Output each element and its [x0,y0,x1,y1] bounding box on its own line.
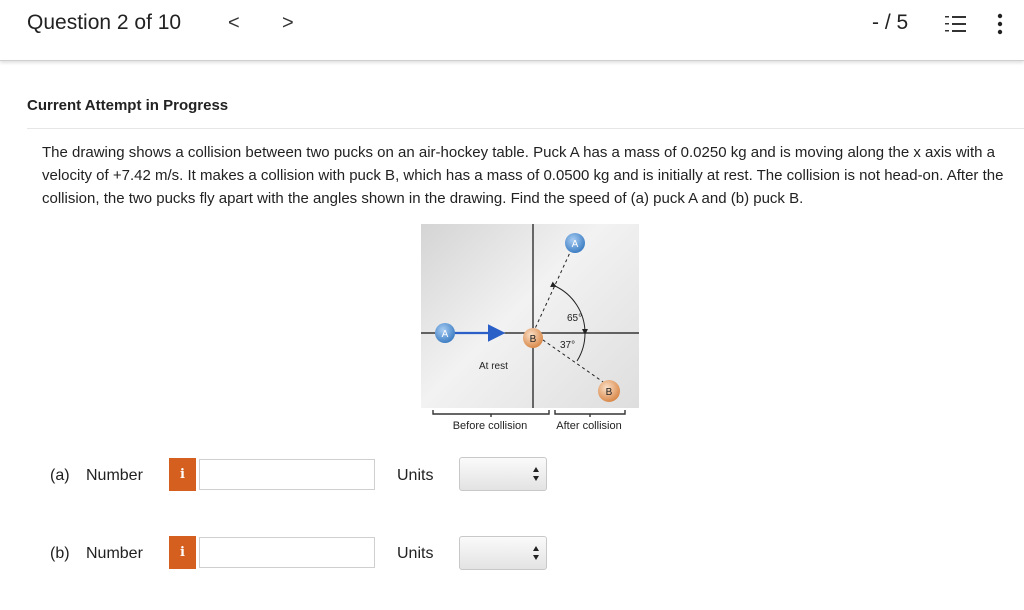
part-a-units-label: Units [397,467,434,484]
part-b-units-label: Units [397,545,434,562]
part-a-label: (a) [50,467,70,484]
score: - / 5 [872,11,909,34]
info-icon[interactable]: i [169,458,196,491]
kebab-menu-icon[interactable] [996,13,1004,35]
puck-a-before-label: A [442,329,449,340]
top-bar: Question 2 of 10 < > - / 5 [0,0,1024,61]
answer-b-input[interactable] [199,537,375,568]
info-icon[interactable]: i [169,536,196,569]
part-b-label: (b) [50,545,70,562]
puck-b-after-label: B [606,387,613,398]
angle-arc-b [576,328,588,362]
answer-a-input[interactable] [199,459,375,490]
at-rest-label: At rest [479,361,508,372]
before-collision-label: Before collision [453,420,528,432]
angle-arc-a [550,281,586,334]
puck-a-after-label: A [572,239,579,250]
next-question-button[interactable]: > [282,12,294,35]
problem-statement: The drawing shows a collision between tw… [42,144,1004,207]
select-arrows-icon [533,546,539,560]
after-collision-label: After collision [556,420,621,432]
angle-b-label: 37° [560,340,575,351]
previous-question-button[interactable]: < [228,12,240,35]
figure-captions: Before collision After collision [421,408,651,438]
units-a-select[interactable] [459,457,547,491]
list-icon[interactable] [944,14,966,34]
part-b-number-label: Number [86,545,143,562]
collision-figure: A B A B 65° 37° At rest [421,224,639,408]
units-b-select[interactable] [459,536,547,570]
angle-a-label: 65° [567,313,582,324]
part-a-number-label: Number [86,467,143,484]
select-arrows-icon [533,467,539,481]
attempt-status: Current Attempt in Progress [27,97,229,114]
puck-b-before-label: B [530,334,537,345]
question-title: Question 2 of 10 [27,11,182,34]
divider [27,128,1024,129]
